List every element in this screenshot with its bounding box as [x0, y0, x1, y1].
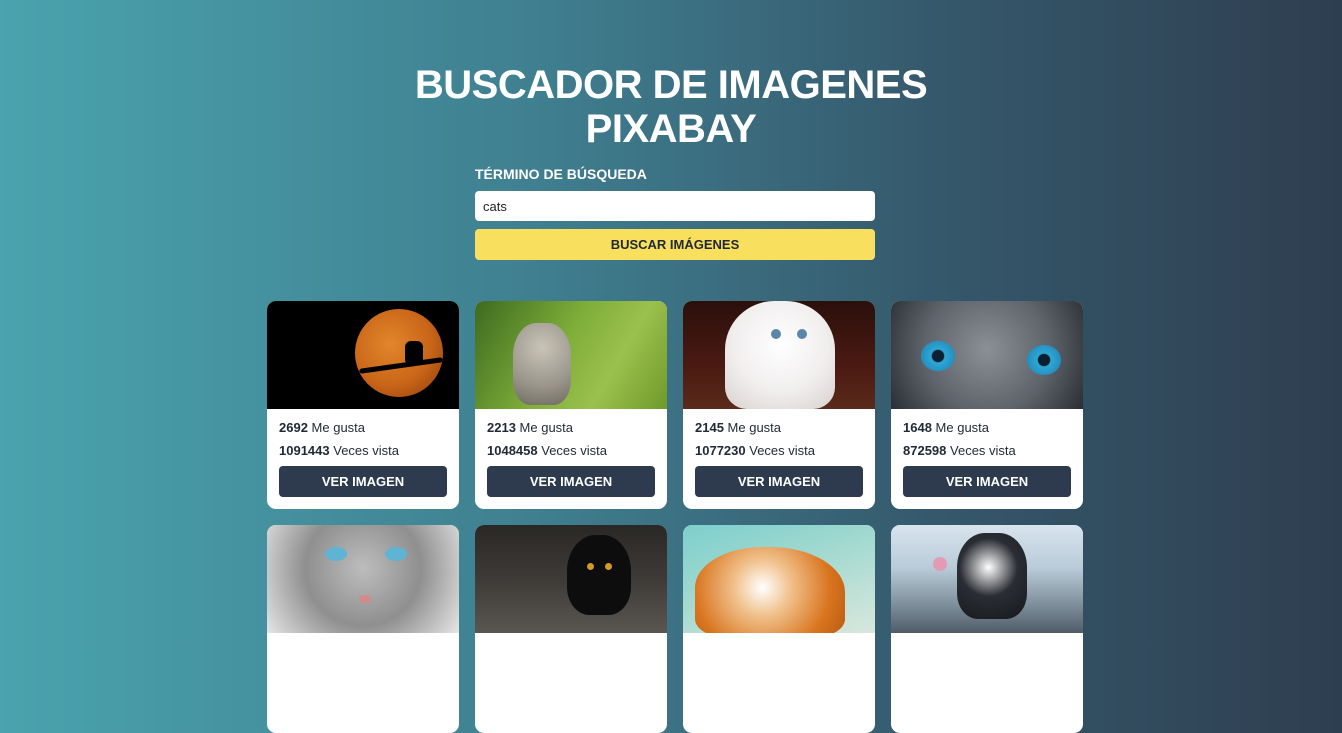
search-form: TÉRMINO DE BÚSQUEDA BUSCAR IMÁGENES: [475, 166, 875, 260]
likes-stat: 2213 Me gusta: [487, 420, 655, 435]
view-image-button[interactable]: VER IMAGEN: [279, 466, 447, 497]
likes-count: 2145: [695, 420, 724, 435]
views-count: 872598: [903, 443, 947, 458]
image-card: [891, 525, 1083, 733]
views-stat: 1048458 Veces vista: [487, 443, 655, 458]
view-image-button[interactable]: VER IMAGEN: [695, 466, 863, 497]
likes-count: 2213: [487, 420, 516, 435]
gray-cat-thumbnail: [267, 525, 459, 633]
likes-label: Me gusta: [519, 420, 574, 435]
view-image-button[interactable]: VER IMAGEN: [903, 466, 1071, 497]
views-count: 1048458: [487, 443, 538, 458]
image-card: [475, 525, 667, 733]
white-kitten-thumbnail: [683, 301, 875, 409]
search-label: TÉRMINO DE BÚSQUEDA: [475, 166, 647, 182]
image-card: 1648 Me gusta 872598 Veces vista VER IMA…: [891, 301, 1083, 509]
image-card: 2692 Me gusta 1091443 Veces vista VER IM…: [267, 301, 459, 509]
likes-label: Me gusta: [311, 420, 366, 435]
image-card: [267, 525, 459, 733]
cat-moon-thumbnail: [267, 301, 459, 409]
likes-stat: 2692 Me gusta: [279, 420, 447, 435]
kitten-flower-thumbnail: [891, 525, 1083, 633]
image-card: 2145 Me gusta 1077230 Veces vista VER IM…: [683, 301, 875, 509]
views-count: 1091443: [279, 443, 330, 458]
orange-cat-thumbnail: [683, 525, 875, 633]
search-input[interactable]: [475, 191, 875, 221]
image-card: [683, 525, 875, 733]
view-image-button[interactable]: VER IMAGEN: [487, 466, 655, 497]
page-title: BUSCADOR DE IMAGENES PIXABAY: [0, 63, 1342, 151]
likes-label: Me gusta: [935, 420, 990, 435]
image-card: 2213 Me gusta 1048458 Veces vista VER IM…: [475, 301, 667, 509]
black-cat-thumbnail: [475, 525, 667, 633]
likes-count: 1648: [903, 420, 932, 435]
search-button[interactable]: BUSCAR IMÁGENES: [475, 229, 875, 260]
title-line-2: PIXABAY: [585, 106, 757, 151]
views-stat: 1091443 Veces vista: [279, 443, 447, 458]
likes-count: 2692: [279, 420, 308, 435]
results-grid: 2692 Me gusta 1091443 Veces vista VER IM…: [267, 301, 1083, 733]
views-stat: 872598 Veces vista: [903, 443, 1071, 458]
views-count: 1077230: [695, 443, 746, 458]
views-label: Veces vista: [541, 443, 608, 458]
likes-label: Me gusta: [727, 420, 782, 435]
views-stat: 1077230 Veces vista: [695, 443, 863, 458]
cat-eyes-thumbnail: [891, 301, 1083, 409]
likes-stat: 1648 Me gusta: [903, 420, 1071, 435]
views-label: Veces vista: [950, 443, 1016, 458]
kitten-grass-thumbnail: [475, 301, 667, 409]
views-label: Veces vista: [749, 443, 816, 458]
views-label: Veces vista: [333, 443, 400, 458]
likes-stat: 2145 Me gusta: [695, 420, 863, 435]
title-line-1: BUSCADOR DE IMAGENES: [414, 62, 928, 107]
